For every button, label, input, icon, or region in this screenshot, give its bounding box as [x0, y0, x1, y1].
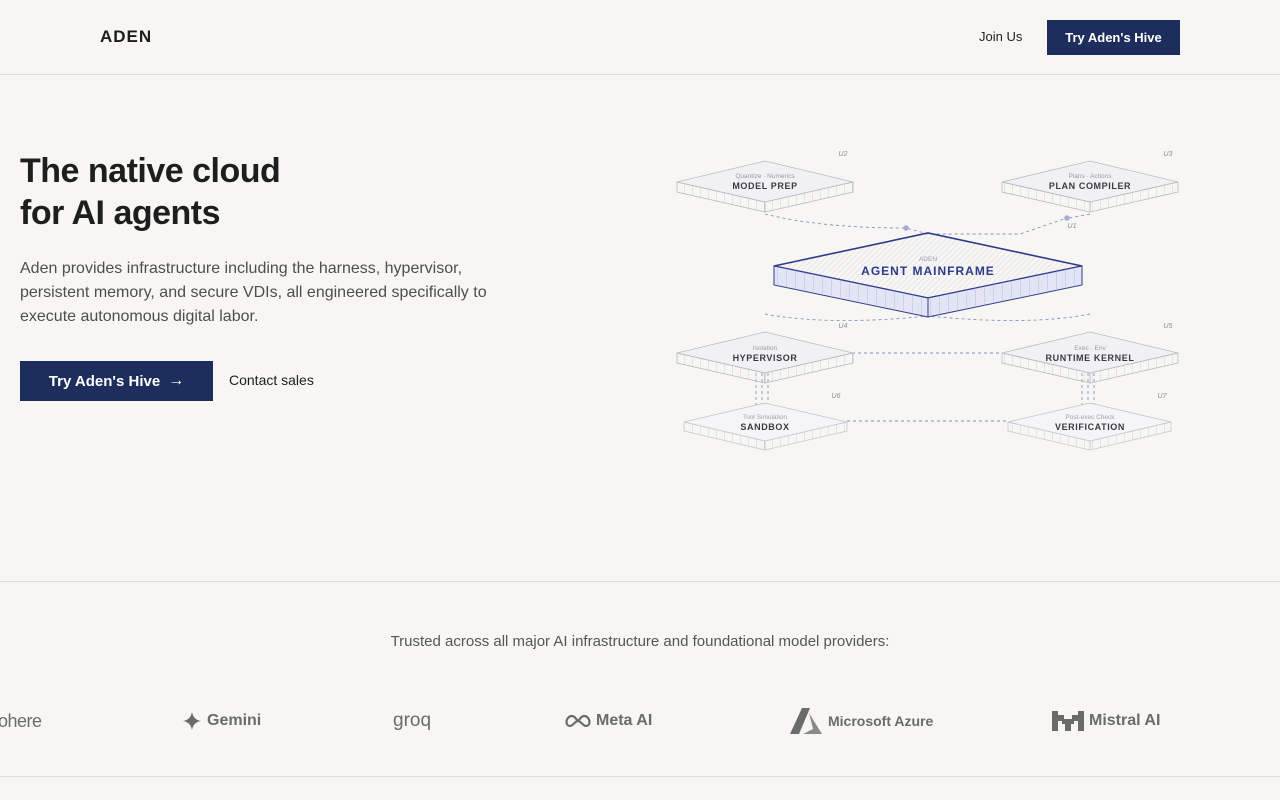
contact-sales-link[interactable]: Contact sales — [229, 372, 314, 388]
node-plan-compiler[interactable]: Plans · Actions PLAN COMPILER U3 — [1001, 151, 1179, 213]
node-model-prep[interactable]: Quantize · Numerics MODEL PREP U2 — [676, 151, 854, 213]
node-runtime-kernel-label: RUNTIME KERNEL — [1046, 353, 1135, 363]
node-runtime-kernel-id: U5 — [1164, 323, 1173, 330]
azure-icon — [790, 708, 822, 734]
hero-title-line1: The native cloud — [20, 152, 281, 190]
section-divider — [0, 581, 1280, 582]
connector-dot — [1064, 215, 1070, 221]
logo-mistral-ai-text: Mistral AI — [1089, 712, 1161, 729]
hero-title-line2: for AI agents — [20, 194, 221, 232]
node-hypervisor-label: HYPERVISOR — [733, 353, 798, 363]
logo-microsoft-azure-text: Microsoft Azure — [828, 713, 934, 729]
node-plan-compiler-id: U3 — [1164, 151, 1173, 158]
node-plan-compiler-label: PLAN COMPILER — [1049, 181, 1131, 191]
hero-cta-label: Try Aden's Hive — [48, 372, 161, 390]
node-verification[interactable]: Post-exec Check VERIFICATION U7 — [1007, 393, 1172, 451]
node-runtime-kernel[interactable]: Exec · Env RUNTIME KERNEL U5 — [1001, 323, 1179, 384]
top-nav: ADEN Join Us Try Aden's Hive — [0, 0, 1280, 75]
node-verification-id: U7 — [1158, 393, 1168, 400]
mainframe-id: ADEN — [919, 256, 937, 263]
node-plan-compiler-sub: Plans · Actions — [1069, 173, 1113, 180]
logo-meta-ai-text: Meta AI — [596, 712, 653, 729]
node-model-prep-id: U2 — [839, 151, 848, 158]
logo-gemini-text: Gemini — [207, 712, 262, 729]
node-runtime-kernel-sub: Exec · Env — [1074, 345, 1106, 352]
connector-dot — [903, 225, 909, 231]
section-divider-bottom — [0, 776, 1280, 777]
architecture-diagram: Quantize · Numerics MODEL PREP U2 Plans … — [676, 151, 1179, 451]
node-hypervisor-id: U4 — [839, 323, 848, 330]
node-sandbox-id: U6 — [832, 393, 841, 400]
meta-infinity-icon — [565, 714, 591, 728]
node-agent-mainframe[interactable]: ADEN AGENT MAINFRAME — [773, 232, 1083, 318]
logo-cohere: ohere — [0, 706, 42, 736]
logo-cohere-text: ohere — [0, 710, 42, 731]
join-us-link[interactable]: Join Us — [979, 29, 1022, 44]
mainframe-label: AGENT MAINFRAME — [861, 264, 995, 278]
node-model-prep-label: MODEL PREP — [732, 181, 797, 191]
logo-groq: groq — [393, 706, 431, 736]
node-hypervisor[interactable]: Isolation HYPERVISOR U4 — [676, 323, 854, 384]
logo-groq-text: groq — [393, 710, 432, 731]
node-sandbox-sub: Tool Simulation — [743, 414, 787, 421]
node-model-prep-sub: Quantize · Numerics — [735, 173, 795, 180]
hero-subtitle: Aden provides infrastructure including t… — [20, 260, 487, 325]
node-hypervisor-sub: Isolation — [753, 345, 778, 352]
brand-logo[interactable]: ADEN — [100, 27, 152, 47]
arrow-right-icon: → — [168, 372, 185, 389]
gemini-sparkle-icon — [183, 712, 201, 730]
node-verification-label: VERIFICATION — [1055, 422, 1125, 432]
logo-meta-ai: Meta AI — [565, 706, 652, 736]
nav-try-hive-button[interactable]: Try Aden's Hive — [1047, 20, 1180, 55]
node-sandbox-label: SANDBOX — [740, 422, 789, 432]
mistral-blocks-icon — [1052, 711, 1084, 731]
logo-gemini: Gemini — [182, 706, 261, 736]
trusted-caption: Trusted across all major AI infrastructu… — [390, 633, 890, 650]
node-u1-id: U1 — [1068, 223, 1077, 230]
hero-try-hive-button[interactable]: Try Aden's Hive → — [20, 361, 213, 401]
logo-microsoft-azure: Microsoft Azure — [789, 706, 933, 736]
node-verification-sub: Post-exec Check — [1065, 414, 1115, 421]
node-sandbox[interactable]: Tool Simulation SANDBOX U6 — [683, 393, 848, 451]
logo-mistral-ai: Mistral AI — [1052, 706, 1160, 736]
hero-title: The native cloud for AI agents — [20, 150, 281, 234]
